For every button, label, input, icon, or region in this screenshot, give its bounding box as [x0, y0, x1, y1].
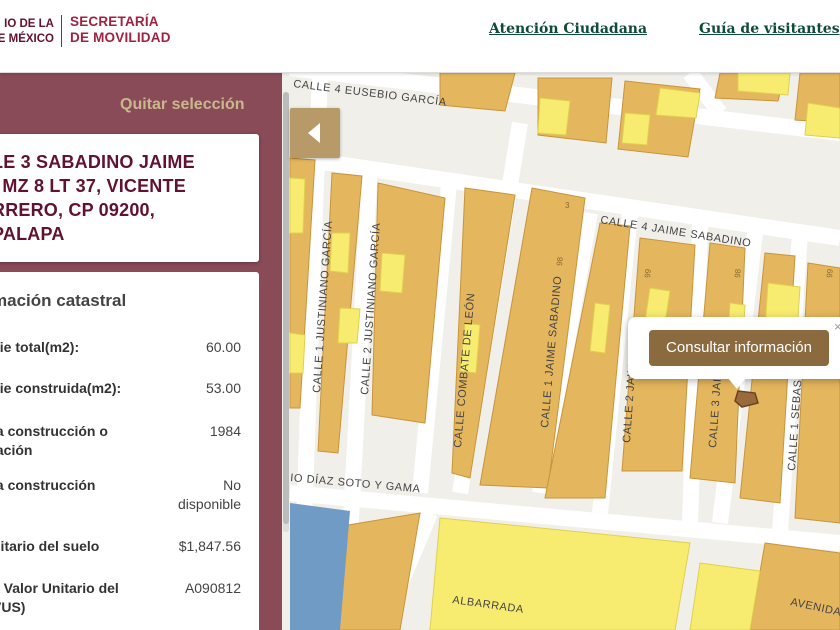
label-line: cie construida(m2):	[0, 380, 122, 396]
map-popup: Consultar información ×	[628, 317, 840, 379]
info-row-value: $1,847.56	[151, 537, 241, 556]
value-line: A090812	[184, 580, 241, 596]
address-line: PALAPA	[0, 224, 65, 244]
secretaria-logo-line-2: DE MOVILIDAD	[70, 30, 171, 45]
address-line: LE 3 SABADINO JAIME	[0, 152, 195, 172]
site-header: IO DE LA E MÉXICO SECRETARÍA DE MOVILIDA…	[0, 0, 840, 73]
block-number: 99	[643, 268, 653, 278]
secretaria-logo[interactable]: SECRETARÍA DE MOVILIDAD	[70, 14, 171, 46]
consult-info-button[interactable]: Consultar información	[649, 330, 829, 366]
address-line: I MZ 8 LT 37, VICENTE	[0, 176, 186, 196]
info-row-label: cie construida(m2):	[0, 379, 157, 398]
label-line: lación	[0, 442, 33, 458]
cadastral-info-panel: Quitar selección LE 3 SABADINO JAIME I M…	[0, 73, 282, 630]
info-row-value: A090812	[151, 579, 241, 598]
value-line: No	[223, 477, 241, 493]
info-row-label: cie total(m2):	[0, 338, 157, 357]
chevron-left-icon	[308, 123, 320, 143]
label-line: e Valor Unitario del	[0, 580, 119, 596]
popup-pointer	[727, 377, 747, 389]
block-number: 98	[555, 256, 565, 266]
government-logo-line-1: IO DE LA	[4, 18, 54, 30]
info-row-label: la construcción	[0, 476, 157, 495]
info-row-label: la construcción o lación	[0, 422, 157, 460]
government-logo[interactable]: IO DE LA E MÉXICO	[0, 17, 54, 47]
water-body	[290, 503, 350, 630]
nav-link-guia-visitantes[interactable]: Guía de visitantes	[699, 21, 840, 37]
value-line: disponible	[177, 496, 241, 512]
close-icon[interactable]: ×	[834, 319, 840, 334]
clear-selection-button[interactable]: Quitar selección	[120, 96, 245, 114]
label-line: VUS)	[0, 599, 26, 615]
address-text: LE 3 SABADINO JAIME I MZ 8 LT 37, VICENT…	[0, 150, 254, 246]
panel-scrollbar-thumb[interactable]	[283, 92, 289, 524]
info-card-title: mación catastral	[0, 291, 127, 310]
block-number: 99	[825, 268, 835, 278]
address-line: RRERO, CP 09200,	[0, 200, 155, 220]
label-line: la construcción	[0, 477, 96, 493]
logo-divider	[61, 15, 62, 47]
info-row-label: e Valor Unitario del VUS)	[0, 579, 157, 617]
secretaria-logo-line-1: SECRETARÍA	[70, 14, 159, 29]
block-number: 3	[565, 201, 570, 210]
government-logo-line-2: E MÉXICO	[0, 33, 54, 45]
value-line: 53.00	[205, 380, 241, 396]
nav-link-atencion-ciudadana[interactable]: Atención Ciudadana	[489, 21, 647, 37]
info-row-value: 60.00	[151, 338, 241, 357]
info-row-value: No disponible	[151, 476, 241, 514]
label-line: cie total(m2):	[0, 339, 80, 355]
label-line: nitario del suelo	[0, 538, 100, 554]
label-line: la construcción o	[0, 423, 108, 439]
panel-scrollbar[interactable]	[283, 92, 289, 532]
block-number: 98	[733, 268, 743, 278]
info-row-value: 1984	[151, 422, 241, 441]
selected-parcel-marker[interactable]	[734, 390, 759, 408]
info-row-value: 53.00	[151, 379, 241, 398]
collapse-panel-button[interactable]	[290, 108, 340, 158]
cadastral-info-card: mación catastral cie total(m2): 60.00 ci…	[0, 272, 259, 630]
value-line: 1984	[209, 423, 241, 439]
value-line: $1,847.56	[178, 538, 241, 554]
value-line: 60.00	[205, 339, 241, 355]
info-row-label: nitario del suelo	[0, 537, 157, 556]
address-card: LE 3 SABADINO JAIME I MZ 8 LT 37, VICENT…	[0, 134, 259, 262]
